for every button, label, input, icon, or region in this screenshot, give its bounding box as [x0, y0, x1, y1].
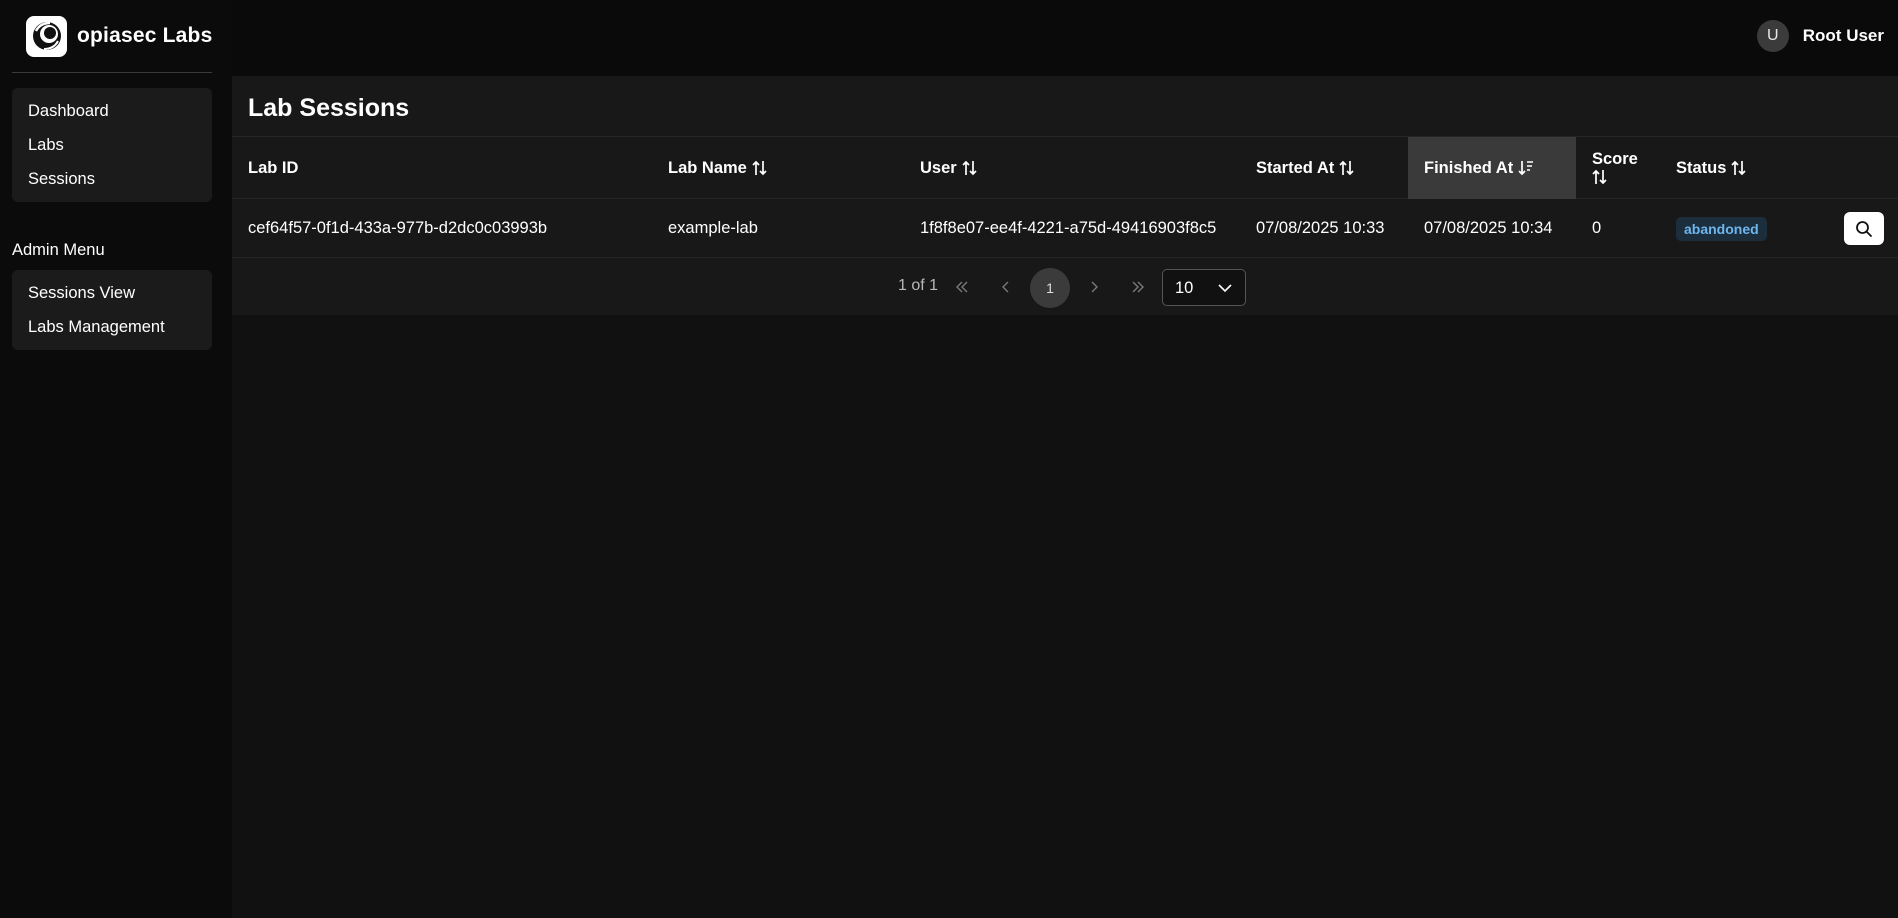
- sort-arrows-icon: [1731, 160, 1747, 176]
- column-header-label: Lab ID: [248, 158, 299, 177]
- page-info: 1 of 1: [898, 277, 939, 294]
- user-menu[interactable]: U Root User: [1756, 20, 1884, 52]
- column-header-user[interactable]: User: [904, 137, 1240, 199]
- column-header-label: Started At: [1256, 158, 1335, 177]
- sidebar: opiasec Labs Dashboard Labs Sessions Adm…: [0, 0, 232, 918]
- sort-arrows-icon: [752, 160, 767, 176]
- page-title: Lab Sessions: [248, 94, 410, 122]
- first-page-button[interactable]: [946, 271, 978, 303]
- user-name[interactable]: Root User: [1803, 26, 1884, 46]
- next-page-button[interactable]: [1078, 271, 1110, 303]
- page-button-current[interactable]: 1: [1030, 268, 1070, 308]
- brand[interactable]: opiasec Labs: [26, 15, 213, 57]
- table-row: cef64f57-0f1d-433a-977b-d2dc0c03993b exa…: [232, 199, 1898, 258]
- spiral-logo-icon: [26, 15, 67, 57]
- cell-score: 0: [1592, 219, 1602, 237]
- sidebar-divider: [12, 72, 212, 73]
- view-session-button[interactable]: [1844, 212, 1884, 245]
- chevron-down-icon: [1218, 284, 1232, 293]
- search-icon: [1856, 220, 1872, 237]
- column-header-lab-name[interactable]: Lab Name: [652, 137, 904, 199]
- page-size-value: 10: [1175, 279, 1194, 297]
- cell-started-at: 07/08/2025 10:33: [1256, 219, 1385, 237]
- sidebar-item-dashboard[interactable]: Dashboard: [12, 94, 212, 128]
- column-header-label: Lab Name: [668, 158, 747, 177]
- column-header-status[interactable]: Status: [1660, 137, 1828, 199]
- cell-finished-at: 07/08/2025 10:34: [1424, 219, 1553, 237]
- status-badge: abandoned: [1676, 216, 1767, 241]
- page-size-select[interactable]: 10: [1162, 269, 1246, 306]
- column-header-label: Status: [1676, 158, 1727, 177]
- column-header-label: Score: [1592, 150, 1638, 168]
- column-header-score[interactable]: Score: [1576, 137, 1660, 199]
- cell-lab-name: example-lab: [668, 219, 758, 237]
- table-header: Lab ID Lab Name User Started At Finished…: [232, 136, 1898, 199]
- prev-page-button[interactable]: [990, 271, 1022, 303]
- column-header-started-at[interactable]: Started At: [1240, 137, 1408, 199]
- cell-lab-id: cef64f57-0f1d-433a-977b-d2dc0c03993b: [248, 219, 548, 237]
- sidebar-item-sessions-view[interactable]: Sessions View: [12, 276, 212, 310]
- cell-user: 1f8f8e07-ee4f-4221-a75d-49416903f8c5: [920, 219, 1217, 237]
- admin-nav: Sessions View Labs Management: [12, 270, 212, 350]
- sessions-table: Lab ID Lab Name User Started At Finished…: [232, 136, 1898, 258]
- pagination: 1 of 1 1 10: [232, 267, 1898, 308]
- sidebar-item-labs-management[interactable]: Labs Management: [12, 310, 212, 344]
- column-header-lab-id: Lab ID: [232, 137, 652, 199]
- chevrons-right-icon: [1132, 281, 1144, 293]
- sidebar-item-sessions[interactable]: Sessions: [12, 162, 212, 196]
- sort-arrows-icon: [962, 160, 977, 176]
- main-nav: Dashboard Labs Sessions: [12, 88, 212, 202]
- sidebar-item-labs[interactable]: Labs: [12, 128, 212, 162]
- brand-name: opiasec Labs: [77, 24, 213, 47]
- topbar: U Root User: [232, 0, 1898, 76]
- admin-menu-title: Admin Menu: [12, 241, 105, 259]
- chevron-right-icon: [1091, 281, 1098, 293]
- column-header-label: User: [920, 158, 957, 177]
- chevron-left-icon: [1002, 281, 1009, 293]
- sessions-panel: Lab Sessions Lab ID Lab Name User Starte…: [232, 76, 1898, 315]
- last-page-button[interactable]: [1122, 271, 1154, 303]
- sort-arrows-icon: [1592, 169, 1607, 185]
- sort-desc-icon: [1518, 161, 1534, 176]
- column-header-label: Finished At: [1424, 158, 1514, 177]
- app: opiasec Labs Dashboard Labs Sessions Adm…: [0, 0, 1898, 918]
- column-header-finished-at[interactable]: Finished At: [1408, 137, 1576, 199]
- avatar[interactable]: U: [1756, 20, 1789, 52]
- chevrons-left-icon: [956, 281, 968, 293]
- sort-arrows-icon: [1339, 160, 1354, 176]
- cell-status: abandoned: [1660, 199, 1767, 257]
- table-body: cef64f57-0f1d-433a-977b-d2dc0c03993b exa…: [232, 199, 1898, 258]
